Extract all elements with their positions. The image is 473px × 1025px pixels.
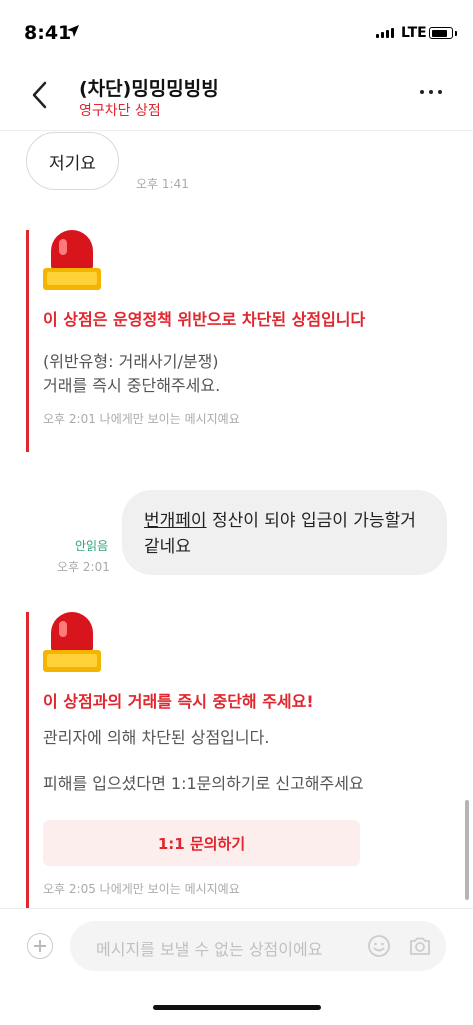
siren-icon xyxy=(43,230,101,294)
dot-icon xyxy=(429,90,433,94)
battery-icon xyxy=(429,27,453,39)
home-indicator xyxy=(153,1005,321,1010)
back-button[interactable] xyxy=(26,78,56,112)
notice-footer: 오후 2:01 나에게만 보이는 메시지예요 xyxy=(43,412,240,426)
notice-title: 이 상점과의 거래를 즉시 중단해 주세요! xyxy=(43,692,314,711)
notice-title: 이 상점은 운영정책 위반으로 차단된 상점입니다 xyxy=(43,310,366,329)
incoming-message-bubble[interactable]: 저기요 xyxy=(26,132,119,190)
message-placeholder: 메시지를 보낼 수 없는 상점이에요 xyxy=(96,940,323,959)
incoming-message-text: 저기요 xyxy=(49,153,96,174)
notice-body-admin: 관리자에 의해 차단된 상점입니다. xyxy=(43,728,270,747)
more-options-button[interactable] xyxy=(420,90,442,94)
battery-tip xyxy=(455,31,457,36)
bungae-pay-link[interactable]: 번개페이 xyxy=(144,511,207,531)
unread-status: 안읽음 xyxy=(75,539,109,553)
status-bar: 8:41 LTE xyxy=(0,0,473,60)
notice-footer: 오후 2:05 나에게만 보이는 메시지예요 xyxy=(43,882,240,896)
incoming-timestamp: 오후 1:41 xyxy=(136,177,189,191)
outgoing-timestamp: 오후 2:01 xyxy=(57,560,110,574)
emoji-icon[interactable] xyxy=(367,934,391,958)
network-type: LTE xyxy=(401,25,427,41)
block-notice-1: 이 상점은 운영정책 위반으로 차단된 상점입니다 (위반유형: 거래사기/분쟁… xyxy=(26,230,388,452)
notice-body-instruction: 거래를 즉시 중단해주세요. xyxy=(43,376,221,395)
cellular-signal-icon xyxy=(376,28,394,38)
block-notice-2: 이 상점과의 거래를 즉시 중단해 주세요! 관리자에 의해 차단된 상점입니다… xyxy=(26,612,388,912)
inquiry-button[interactable]: 1:1 문의하기 xyxy=(43,820,360,866)
plus-icon[interactable] xyxy=(27,933,53,959)
store-status: 영구차단 상점 xyxy=(79,103,161,119)
message-input[interactable]: 메시지를 보낼 수 없는 상점이에요 xyxy=(70,921,446,971)
status-time: 8:41 xyxy=(24,22,72,44)
siren-icon xyxy=(43,612,101,676)
dot-icon xyxy=(438,90,442,94)
notice-body-report: 피해를 입으셨다면 1:1문의하기로 신고해주세요 xyxy=(43,774,364,793)
chat-title: (차단)밍밍밍빙빙 xyxy=(79,78,219,100)
location-arrow-icon xyxy=(67,25,79,37)
camera-icon[interactable] xyxy=(408,934,432,958)
notice-body-type: (위반유형: 거래사기/분쟁) xyxy=(43,352,219,371)
scrollbar[interactable] xyxy=(465,800,469,900)
chat-header: (차단)밍밍밍빙빙 영구차단 상점 xyxy=(0,60,473,131)
outgoing-message-bubble[interactable]: 번개페이 정산이 되야 입금이 가능할거 같네요 xyxy=(122,490,447,575)
dot-icon xyxy=(420,90,424,94)
